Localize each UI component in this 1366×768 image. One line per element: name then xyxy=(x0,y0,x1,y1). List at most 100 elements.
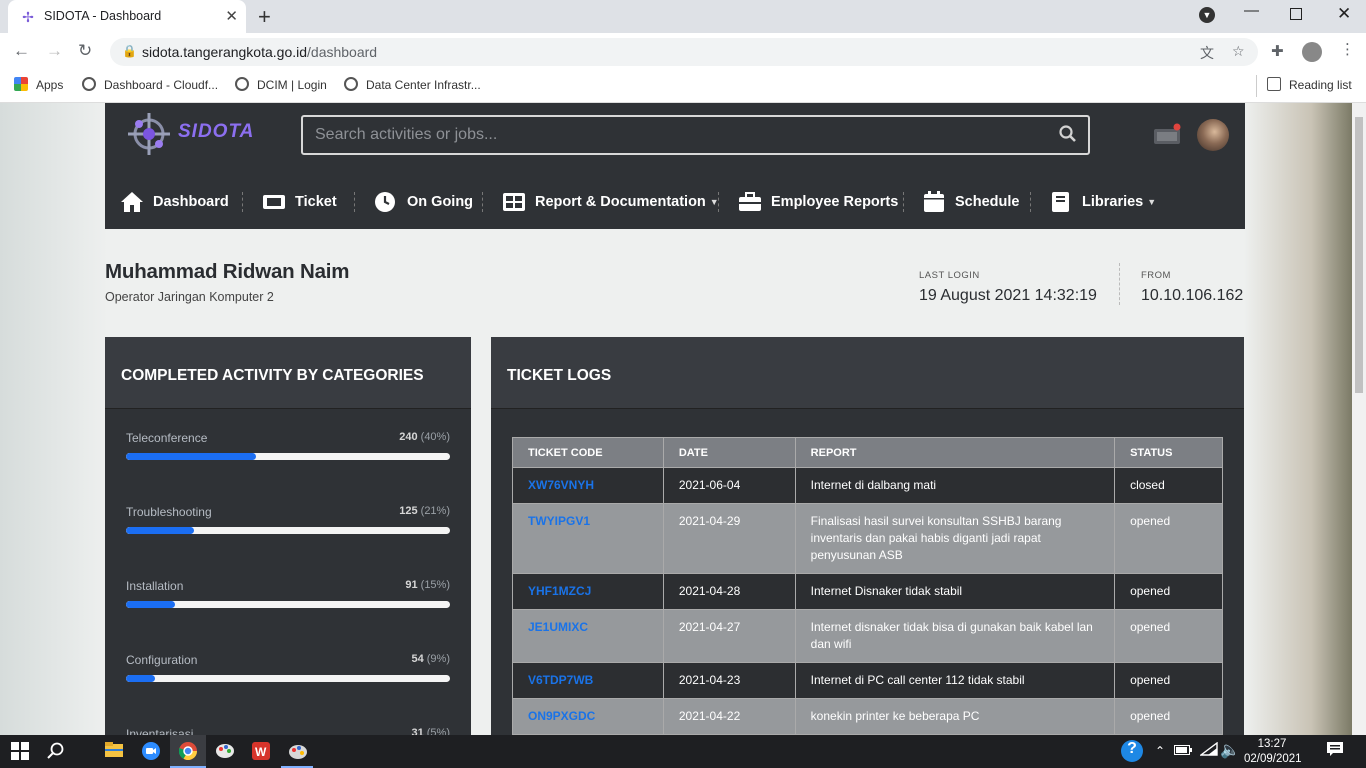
category-count: 91 xyxy=(405,579,418,591)
paint-pinned-icon[interactable] xyxy=(288,742,308,760)
nav-schedule[interactable]: Schedule xyxy=(922,186,1019,218)
apps-grid-icon xyxy=(14,77,28,91)
nav-label: Dashboard xyxy=(153,194,229,210)
user-avatar[interactable] xyxy=(1197,119,1229,151)
file-explorer-icon[interactable] xyxy=(104,742,124,760)
volume-icon[interactable]: 🔈 xyxy=(1220,742,1240,760)
category-progress-bar xyxy=(126,527,450,534)
category-label: Troubleshooting xyxy=(126,505,212,519)
activity-card-title: COMPLETED ACTIVITY BY CATEGORIES xyxy=(121,367,424,384)
chrome-icon[interactable] xyxy=(178,742,198,761)
nav-employee-reports[interactable]: Employee Reports xyxy=(738,186,898,218)
new-tab-icon[interactable]: + xyxy=(258,4,271,30)
column-header: REPORT xyxy=(794,437,1116,468)
home-icon xyxy=(120,191,144,213)
category-percent: (15%) xyxy=(420,579,450,591)
category-count: 125 xyxy=(399,505,418,517)
ticket-code-link[interactable]: ON9PXGDC xyxy=(512,698,664,735)
back-icon[interactable]: ← xyxy=(13,41,30,61)
reload-icon[interactable]: ↻ xyxy=(78,41,92,61)
translate-icon[interactable]: 文 xyxy=(1200,43,1214,63)
bookmark-datacenter[interactable]: Data Center Infrastr... xyxy=(344,77,481,92)
category-count: 31 xyxy=(411,727,424,735)
bookmark-label: DCIM | Login xyxy=(257,78,327,92)
ticket-report: Internet di dalbang mati xyxy=(794,467,1116,504)
forward-icon[interactable]: → xyxy=(46,41,63,61)
zoom-icon[interactable] xyxy=(141,742,161,760)
taskbar-clock[interactable]: 13:27 02/09/2021 xyxy=(1244,737,1302,767)
user-name: Muhammad Ridwan Naim xyxy=(105,260,350,283)
ticket-code-link[interactable]: TWYIPGV1 xyxy=(512,503,664,574)
minimize-icon[interactable]: — xyxy=(1244,2,1259,19)
window-close-icon[interactable]: ✕ xyxy=(1337,4,1351,24)
lock-icon: 🔒 xyxy=(122,44,137,58)
tray-chevron-icon[interactable]: ⌃ xyxy=(1150,742,1170,760)
taskbar-search-icon[interactable] xyxy=(46,742,66,760)
reading-list-button[interactable]: Reading list xyxy=(1267,77,1352,92)
tab-search-icon[interactable]: ▼ xyxy=(1199,7,1215,23)
tab-title: SIDOTA - Dashboard xyxy=(44,9,162,23)
page-scrollbar[interactable] xyxy=(1352,103,1366,735)
scrollbar-thumb[interactable] xyxy=(1355,117,1363,393)
bookmark-apps[interactable]: Apps xyxy=(14,77,63,92)
windows-start-icon[interactable] xyxy=(10,742,30,760)
bookmark-cloudflare[interactable]: Dashboard - Cloudf... xyxy=(82,77,218,92)
ticket-report: konekin printer ke beberapa PC xyxy=(794,698,1116,735)
bookmark-star-icon[interactable]: ☆ xyxy=(1232,43,1245,60)
ticket-report: Finalisasi hasil survei konsultan SSHBJ … xyxy=(794,503,1116,574)
briefcase-icon xyxy=(738,191,762,213)
table-header-row: TICKET CODE DATE REPORT STATUS xyxy=(512,437,1223,468)
ticket-table: TICKET CODE DATE REPORT STATUS XW76VNYH … xyxy=(512,437,1223,735)
category-item: Inventarisasi 31 (5%) xyxy=(126,727,450,735)
url-host: sidota.tangerangkota.go.id xyxy=(142,44,308,60)
search-input[interactable] xyxy=(315,126,1035,144)
bookmark-label: Data Center Infrastr... xyxy=(366,78,481,92)
table-row: XW76VNYH 2021-06-04 Internet di dalbang … xyxy=(512,467,1223,504)
table-row: V6TDP7WB 2021-04-23 Internet di PC call … xyxy=(512,662,1223,699)
close-tab-icon[interactable]: ✕ xyxy=(225,7,238,25)
omnibox[interactable]: 🔒 sidota.tangerangkota.go.id/dashboard 文… xyxy=(110,38,1258,66)
nav-separator xyxy=(242,192,243,212)
ticket-code-link[interactable]: YHF1MZCJ xyxy=(512,573,664,610)
profile-icon[interactable] xyxy=(1302,42,1322,62)
bookmark-favicon-icon xyxy=(344,77,358,91)
category-percent: (21%) xyxy=(420,505,450,517)
paint-app-icon[interactable] xyxy=(215,742,235,760)
ticket-report: Internet Disnaker tidak stabil xyxy=(794,573,1116,610)
notification-ticket-icon[interactable] xyxy=(1153,123,1183,145)
category-label: Configuration xyxy=(126,653,198,667)
search-icon[interactable] xyxy=(1059,125,1076,147)
help-icon[interactable]: ? xyxy=(1121,740,1143,762)
wifi-icon[interactable] xyxy=(1198,741,1219,760)
nav-label: Report & Documentation xyxy=(535,194,706,210)
restore-icon[interactable] xyxy=(1290,8,1302,20)
nav-ticket[interactable]: Ticket xyxy=(262,186,337,218)
ticket-code-link[interactable]: XW76VNYH xyxy=(512,467,664,504)
category-percent: (9%) xyxy=(426,653,450,665)
nav-separator xyxy=(482,192,483,212)
wps-office-icon[interactable]: W xyxy=(251,742,271,760)
notifications-icon[interactable] xyxy=(1325,742,1345,760)
ticket-code-link[interactable]: V6TDP7WB xyxy=(512,662,664,699)
ticket-status: opened xyxy=(1114,698,1223,735)
last-login-label: LAST LOGIN xyxy=(919,270,980,281)
category-count: 54 xyxy=(411,653,424,665)
nav-dashboard[interactable]: Dashboard xyxy=(120,186,229,218)
browser-tab[interactable]: ✢ SIDOTA - Dashboard ✕ xyxy=(8,0,246,33)
svg-text:W: W xyxy=(255,745,267,759)
category-label: Inventarisasi xyxy=(126,727,194,735)
battery-icon[interactable] xyxy=(1173,742,1193,760)
search-box[interactable] xyxy=(301,115,1090,155)
ticket-code-link[interactable]: JE1UMIXC xyxy=(512,609,664,663)
sidota-logo[interactable]: SIDOTA xyxy=(126,111,253,157)
extensions-icon[interactable]: ✚ xyxy=(1271,42,1284,60)
nav-libraries[interactable]: Libraries ▼ xyxy=(1049,186,1156,218)
grid-icon xyxy=(502,191,526,213)
nav-report-documentation[interactable]: Report & Documentation ▼ xyxy=(502,186,719,218)
nav-on-going[interactable]: On Going xyxy=(374,186,473,218)
calendar-icon xyxy=(922,191,946,213)
clock-time: 13:27 xyxy=(1257,738,1287,750)
bookmark-dcim[interactable]: DCIM | Login xyxy=(235,77,327,92)
chrome-menu-icon[interactable]: ⋮ xyxy=(1340,40,1355,58)
clock-date: 02/09/2021 xyxy=(1244,753,1302,765)
